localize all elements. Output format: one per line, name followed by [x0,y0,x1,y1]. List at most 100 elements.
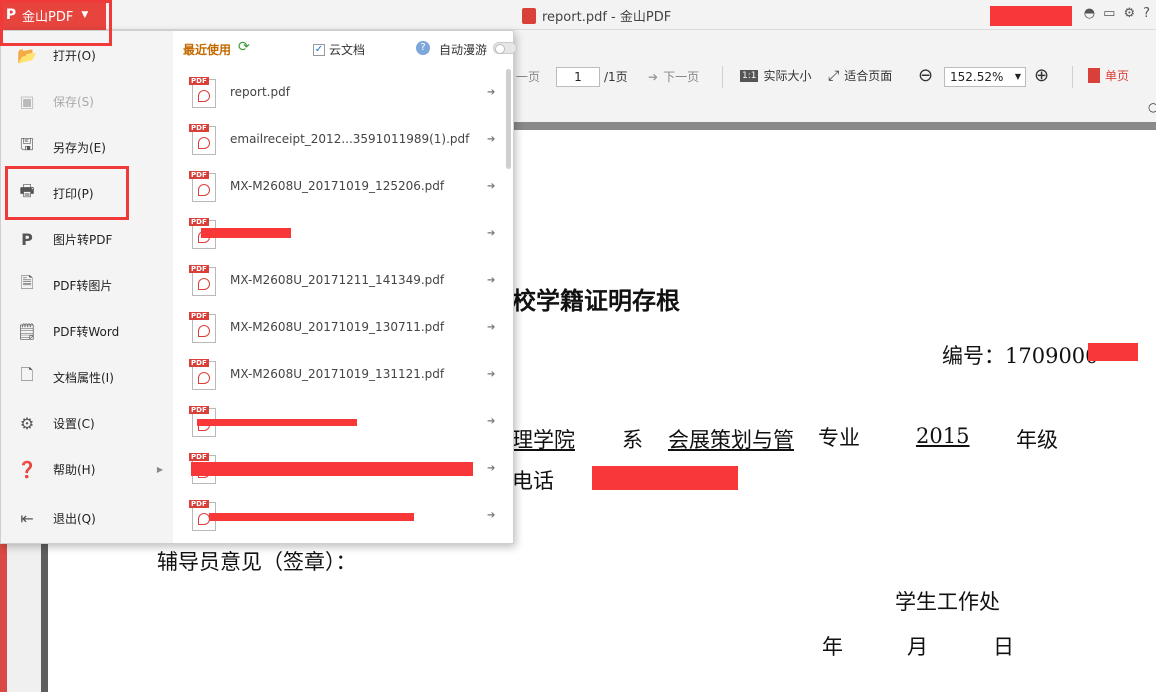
menu-item-save[interactable]: ▣ 保存(S) [1,81,173,121]
pdf-file-icon: PDF [189,312,217,344]
recent-file-row[interactable]: PDF ➔ [173,398,503,444]
save-as-icon: 🖫 [20,134,34,154]
prev-page-label: 一页 [516,70,541,84]
recent-file-row[interactable]: PDF MX-M2608U_20171211_141349.pdf ➔ [173,257,503,303]
next-page-label: 下一页 [663,70,700,84]
folder-open-icon: 📂 [17,45,37,65]
menu-item-save-as[interactable]: 🖫 另存为(E) [1,127,173,167]
file-menu-dropdown: 📂 打开(O) ▣ 保存(S) 🖫 另存为(E) 🖶 打印(P) P 图片转PD… [0,30,517,544]
recent-file-row[interactable]: PDF MX-M2608U_20171019_130711.pdf ➔ [173,304,503,350]
auto-roam-label: 自动漫游 [439,43,488,57]
menu-item-pdf-to-word[interactable]: 🗒 PDF转Word [1,311,173,351]
next-page-button[interactable]: ➔ 下一页 [648,68,699,85]
recent-file-row[interactable]: PDF report.pdf ➔ [173,69,503,115]
recent-file-row[interactable]: PDF ➔ [173,492,503,538]
recent-file-row[interactable]: PDF emailreceipt_2012...3591011989(1).pd… [173,116,503,162]
redacted-file-name [201,228,291,238]
search-icon[interactable]: ○ [1148,100,1156,114]
single-page-button[interactable]: 单页 [1088,67,1129,84]
recent-scrollbar[interactable] [506,69,511,169]
recent-file-row[interactable]: PDF MX-M2608U_20171019_125206.pdf ➔ [173,163,503,209]
recent-files-panel: 最近使用 ⟳ ✓ 云文档 ? 自动漫游 PDF report.pdf ➔ PDF… [173,31,517,543]
zoom-select[interactable]: 152.52% ▼ [944,67,1026,87]
checkbox-checked-icon: ✓ [313,43,325,56]
toolbar-separator [722,66,723,88]
pdf-file-icon: PDF [189,171,217,203]
recent-file-row[interactable]: PDF ➔ [173,445,503,491]
pdf-to-image-icon: 🗎 [20,272,34,292]
title-bar-icons: ◓ ▭ ⚙ ? [1084,6,1150,21]
submenu-arrow-icon: ▶ [156,464,163,474]
redacted-phone [592,466,738,490]
feedback-icon[interactable]: ▭ [1103,6,1115,21]
menu-item-settings[interactable]: ⚙ 设置(C) [1,403,173,443]
refresh-icon[interactable]: ⟳ [238,39,250,55]
menu-item-label: 文档属性(I) [53,370,114,385]
pin-icon[interactable]: ➔ [487,228,495,239]
menu-item-label: 帮助(H) [53,462,96,477]
pin-icon[interactable]: ➔ [487,181,495,192]
redacted-account [990,6,1072,26]
title-bar: P 金山PDF ▼ report.pdf - 金山PDF ◓ ▭ ⚙ ? [0,0,1156,30]
document-properties-icon: 🗋 [20,364,34,384]
image-to-pdf-icon: P [21,229,33,249]
pin-icon[interactable]: ➔ [487,134,495,145]
gear-icon[interactable]: ⚙ [1123,6,1135,21]
pin-icon[interactable]: ➔ [487,87,495,98]
page-number-input[interactable]: 1 [556,67,600,87]
serial-number: 编号：1709000 [942,344,1099,368]
page-total: /1页 [604,68,628,85]
zoom-in-icon[interactable]: ⊕ [1034,65,1049,86]
recent-file-row[interactable]: PDF ➔ [173,210,503,256]
fit-page-button[interactable]: ⤢ 适合页面 [828,67,892,84]
year-value: 2015 [916,424,970,448]
help-question-icon[interactable]: ? [416,41,430,55]
skin-icon[interactable]: ◓ [1084,6,1095,21]
menu-item-label: 打开(O) [53,48,96,63]
phone-label: 电话 [512,469,554,493]
pin-icon[interactable]: ➔ [487,510,495,521]
pin-icon[interactable]: ➔ [487,416,495,427]
department-value: 理学院 [512,428,575,452]
counselor-opinion-label: 辅导员意见（签章）： [157,550,357,574]
menu-item-document-properties[interactable]: 🗋 文档属性(I) [1,357,173,397]
menu-item-pdf-to-image[interactable]: 🗎 PDF转图片 [1,265,173,305]
menu-item-help[interactable]: ❓ 帮助(H) ▶ [1,449,173,489]
help-question-icon[interactable]: ? [1143,6,1150,21]
help-icon: ❓ [17,459,37,479]
zoom-out-icon[interactable]: ⊖ [918,65,933,86]
save-icon: ▣ [19,91,35,111]
actual-size-icon: 1:1 [740,69,759,82]
auto-roam-toggle[interactable] [493,42,517,54]
prev-page-button[interactable]: 一页 [516,68,540,85]
recent-file-name: MX-M2608U_20171019_130711.pdf [230,320,445,334]
actual-size-button[interactable]: 1:1 实际大小 [740,67,812,84]
pin-icon[interactable]: ➔ [487,275,495,286]
fit-page-icon: ⤢ [828,67,840,84]
date-year-label: 年 [822,635,843,659]
major-label: 专业 [818,426,860,450]
arrow-right-icon: ➔ [648,69,659,84]
pdf-file-icon: PDF [189,265,217,297]
actual-size-label: 实际大小 [763,69,812,83]
pdf-file-icon: PDF [189,77,217,109]
cloud-docs-checkbox[interactable]: ✓ 云文档 [313,41,365,58]
menu-item-label: PDF转图片 [53,278,113,293]
pin-icon[interactable]: ➔ [487,322,495,333]
recent-file-name: MX-M2608U_20171019_125206.pdf [230,179,445,193]
pin-icon[interactable]: ➔ [487,463,495,474]
recent-file-row[interactable]: PDF MX-M2608U_20171019_131121.pdf ➔ [173,351,503,397]
fit-page-label: 适合页面 [844,69,893,83]
recent-file-name: report.pdf [230,85,290,99]
menu-item-image-to-pdf[interactable]: P 图片转PDF [1,219,173,259]
recent-file-name: MX-M2608U_20171019_131121.pdf [230,367,445,381]
single-page-label: 单页 [1105,69,1130,83]
recent-header: 最近使用 ⟳ ✓ 云文档 ? 自动漫游 [183,39,517,59]
pin-icon[interactable]: ➔ [487,369,495,380]
gear-icon: ⚙ [19,413,35,433]
recent-file-name: emailreceipt_2012...3591011989(1).pdf [230,132,470,146]
menu-item-label: 保存(S) [53,94,94,109]
menu-item-exit[interactable]: ⇤ 退出(Q) [1,498,173,538]
pdf-file-icon [522,7,536,24]
grade-label: 年级 [1016,428,1058,452]
